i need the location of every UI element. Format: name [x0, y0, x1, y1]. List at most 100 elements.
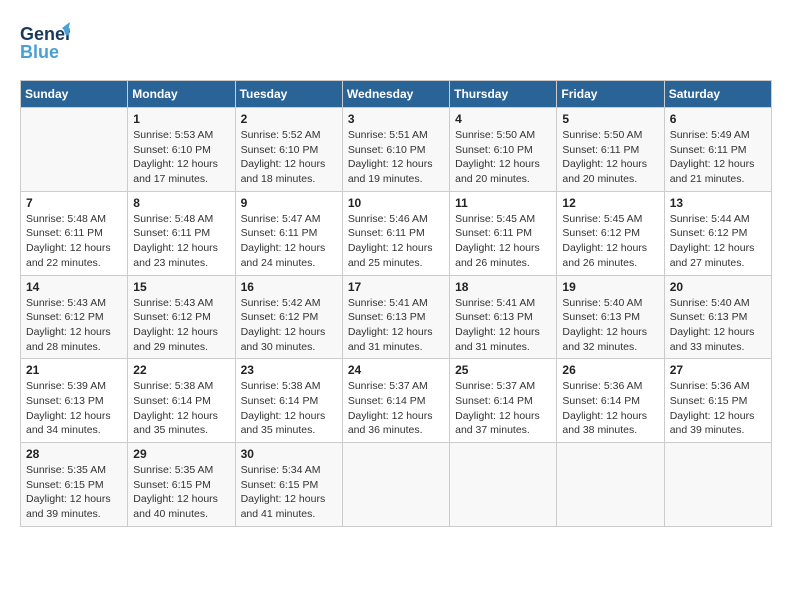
day-info: Sunrise: 5:48 AM Sunset: 6:11 PM Dayligh… — [133, 212, 229, 271]
calendar-week-row: 14 Sunrise: 5:43 AM Sunset: 6:12 PM Dayli… — [21, 275, 772, 359]
day-number: 7 — [26, 196, 122, 210]
calendar-cell: 20 Sunrise: 5:40 AM Sunset: 6:13 PM Dayli… — [664, 275, 771, 359]
calendar-cell: 13Sunrise: 5:44 AM Sunset: 6:12 PM Dayli… — [664, 191, 771, 275]
day-info: Sunrise: 5:45 AM Sunset: 6:11 PM Dayligh… — [455, 212, 551, 271]
day-info: Sunrise: 5:40 AM Sunset: 6:13 PM Dayligh… — [670, 296, 766, 355]
svg-text:General: General — [20, 24, 70, 44]
calendar-cell: 15 Sunrise: 5:43 AM Sunset: 6:12 PM Dayli… — [128, 275, 235, 359]
day-number: 6 — [670, 112, 766, 126]
calendar-cell: 11 Sunrise: 5:45 AM Sunset: 6:11 PM Dayli… — [450, 191, 557, 275]
day-number: 2 — [241, 112, 337, 126]
day-number: 20 — [670, 280, 766, 294]
day-info: Sunrise: 5:41 AM Sunset: 6:13 PM Dayligh… — [455, 296, 551, 355]
calendar-cell: 24Sunrise: 5:37 AM Sunset: 6:14 PM Dayli… — [342, 359, 449, 443]
calendar-cell: 9 Sunrise: 5:47 AM Sunset: 6:11 PM Daylig… — [235, 191, 342, 275]
calendar-body: 1 Sunrise: 5:53 AM Sunset: 6:10 PM Daylig… — [21, 108, 772, 527]
calendar-cell: 2 Sunrise: 5:52 AM Sunset: 6:10 PM Daylig… — [235, 108, 342, 192]
day-info: Sunrise: 5:36 AM Sunset: 6:15 PM Dayligh… — [670, 379, 766, 438]
day-number: 30 — [241, 447, 337, 461]
day-number: 12 — [562, 196, 658, 210]
calendar-cell — [342, 443, 449, 527]
day-info: Sunrise: 5:52 AM Sunset: 6:10 PM Dayligh… — [241, 128, 337, 187]
calendar-cell: 19 Sunrise: 5:40 AM Sunset: 6:13 PM Dayli… — [557, 275, 664, 359]
calendar-cell: 22Sunrise: 5:38 AM Sunset: 6:14 PM Dayli… — [128, 359, 235, 443]
calendar-week-row: 28 Sunrise: 5:35 AM Sunset: 6:15 PM Dayli… — [21, 443, 772, 527]
weekday-header-row: SundayMondayTuesdayWednesdayThursdayFrid… — [21, 81, 772, 108]
day-number: 9 — [241, 196, 337, 210]
calendar-week-row: 7 Sunrise: 5:48 AM Sunset: 6:11 PM Daylig… — [21, 191, 772, 275]
day-info: Sunrise: 5:50 AM Sunset: 6:10 PM Dayligh… — [455, 128, 551, 187]
day-number: 25 — [455, 363, 551, 377]
day-info: Sunrise: 5:46 AM Sunset: 6:11 PM Dayligh… — [348, 212, 444, 271]
weekday-header-cell: Friday — [557, 81, 664, 108]
svg-text:Blue: Blue — [20, 42, 59, 62]
day-number: 14 — [26, 280, 122, 294]
day-info: Sunrise: 5:39 AM Sunset: 6:13 PM Dayligh… — [26, 379, 122, 438]
calendar-cell: 16Sunrise: 5:42 AM Sunset: 6:12 PM Dayli… — [235, 275, 342, 359]
calendar-cell: 28 Sunrise: 5:35 AM Sunset: 6:15 PM Dayli… — [21, 443, 128, 527]
day-number: 26 — [562, 363, 658, 377]
day-info: Sunrise: 5:37 AM Sunset: 6:14 PM Dayligh… — [348, 379, 444, 438]
day-info: Sunrise: 5:42 AM Sunset: 6:12 PM Dayligh… — [241, 296, 337, 355]
day-info: Sunrise: 5:43 AM Sunset: 6:12 PM Dayligh… — [133, 296, 229, 355]
calendar-cell — [557, 443, 664, 527]
calendar-cell: 4 Sunrise: 5:50 AM Sunset: 6:10 PM Daylig… — [450, 108, 557, 192]
day-info: Sunrise: 5:40 AM Sunset: 6:13 PM Dayligh… — [562, 296, 658, 355]
calendar-cell: 12 Sunrise: 5:45 AM Sunset: 6:12 PM Dayli… — [557, 191, 664, 275]
day-number: 21 — [26, 363, 122, 377]
weekday-header-cell: Thursday — [450, 81, 557, 108]
day-number: 29 — [133, 447, 229, 461]
day-info: Sunrise: 5:41 AM Sunset: 6:13 PM Dayligh… — [348, 296, 444, 355]
calendar-cell: 29 Sunrise: 5:35 AM Sunset: 6:15 PM Dayli… — [128, 443, 235, 527]
logo-icon: General Blue — [20, 20, 70, 70]
day-number: 5 — [562, 112, 658, 126]
day-number: 28 — [26, 447, 122, 461]
calendar-cell: 17 Sunrise: 5:41 AM Sunset: 6:13 PM Dayli… — [342, 275, 449, 359]
day-info: Sunrise: 5:38 AM Sunset: 6:14 PM Dayligh… — [241, 379, 337, 438]
day-info: Sunrise: 5:44 AM Sunset: 6:12 PM Dayligh… — [670, 212, 766, 271]
day-number: 1 — [133, 112, 229, 126]
day-number: 18 — [455, 280, 551, 294]
day-info: Sunrise: 5:36 AM Sunset: 6:14 PM Dayligh… — [562, 379, 658, 438]
calendar-week-row: 21 Sunrise: 5:39 AM Sunset: 6:13 PM Dayli… — [21, 359, 772, 443]
page-header: General Blue — [20, 20, 772, 70]
calendar-cell: 6 Sunrise: 5:49 AM Sunset: 6:11 PM Daylig… — [664, 108, 771, 192]
weekday-header-cell: Sunday — [21, 81, 128, 108]
calendar-cell: 1 Sunrise: 5:53 AM Sunset: 6:10 PM Daylig… — [128, 108, 235, 192]
calendar-cell: 21 Sunrise: 5:39 AM Sunset: 6:13 PM Dayli… — [21, 359, 128, 443]
day-number: 15 — [133, 280, 229, 294]
calendar-cell — [21, 108, 128, 192]
day-number: 17 — [348, 280, 444, 294]
calendar-cell — [450, 443, 557, 527]
calendar-cell: 5 Sunrise: 5:50 AM Sunset: 6:11 PM Daylig… — [557, 108, 664, 192]
day-number: 27 — [670, 363, 766, 377]
weekday-header-cell: Wednesday — [342, 81, 449, 108]
day-number: 4 — [455, 112, 551, 126]
day-info: Sunrise: 5:35 AM Sunset: 6:15 PM Dayligh… — [26, 463, 122, 522]
calendar-week-row: 1 Sunrise: 5:53 AM Sunset: 6:10 PM Daylig… — [21, 108, 772, 192]
weekday-header-cell: Saturday — [664, 81, 771, 108]
day-info: Sunrise: 5:49 AM Sunset: 6:11 PM Dayligh… — [670, 128, 766, 187]
day-info: Sunrise: 5:48 AM Sunset: 6:11 PM Dayligh… — [26, 212, 122, 271]
day-number: 19 — [562, 280, 658, 294]
weekday-header-cell: Tuesday — [235, 81, 342, 108]
calendar-table: SundayMondayTuesdayWednesdayThursdayFrid… — [20, 80, 772, 527]
day-info: Sunrise: 5:43 AM Sunset: 6:12 PM Dayligh… — [26, 296, 122, 355]
calendar-cell: 26 Sunrise: 5:36 AM Sunset: 6:14 PM Dayli… — [557, 359, 664, 443]
day-info: Sunrise: 5:53 AM Sunset: 6:10 PM Dayligh… — [133, 128, 229, 187]
logo: General Blue — [20, 20, 70, 70]
day-number: 22 — [133, 363, 229, 377]
day-number: 23 — [241, 363, 337, 377]
day-number: 3 — [348, 112, 444, 126]
day-info: Sunrise: 5:35 AM Sunset: 6:15 PM Dayligh… — [133, 463, 229, 522]
calendar-cell: 25Sunrise: 5:37 AM Sunset: 6:14 PM Dayli… — [450, 359, 557, 443]
day-info: Sunrise: 5:51 AM Sunset: 6:10 PM Dayligh… — [348, 128, 444, 187]
day-info: Sunrise: 5:45 AM Sunset: 6:12 PM Dayligh… — [562, 212, 658, 271]
calendar-cell: 30 Sunrise: 5:34 AM Sunset: 6:15 PM Dayli… — [235, 443, 342, 527]
calendar-cell: 18 Sunrise: 5:41 AM Sunset: 6:13 PM Dayli… — [450, 275, 557, 359]
day-number: 11 — [455, 196, 551, 210]
day-number: 8 — [133, 196, 229, 210]
day-info: Sunrise: 5:34 AM Sunset: 6:15 PM Dayligh… — [241, 463, 337, 522]
day-info: Sunrise: 5:47 AM Sunset: 6:11 PM Dayligh… — [241, 212, 337, 271]
day-info: Sunrise: 5:50 AM Sunset: 6:11 PM Dayligh… — [562, 128, 658, 187]
